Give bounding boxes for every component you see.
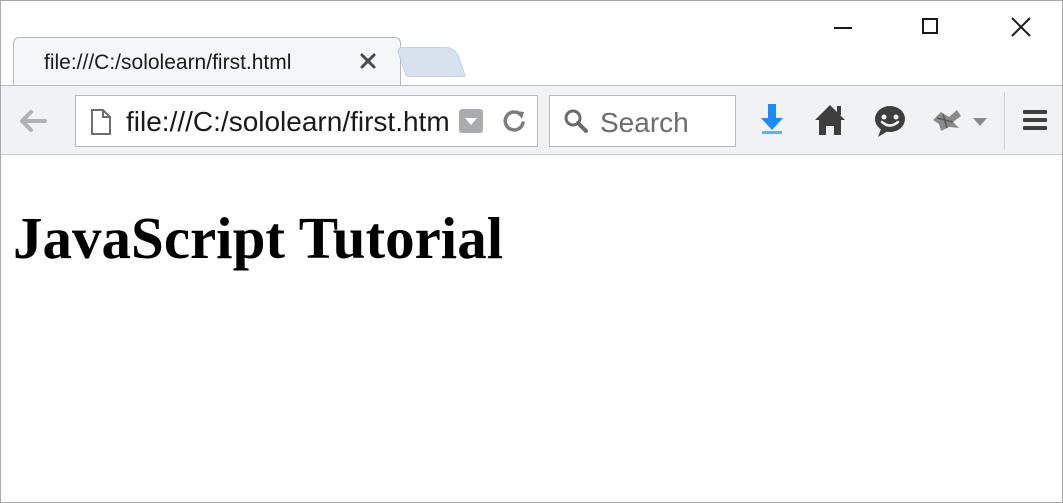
page-heading: JavaScript Tutorial: [13, 205, 504, 271]
hamburger-menu-icon[interactable]: [1015, 100, 1057, 142]
chat-icon[interactable]: [869, 100, 911, 142]
tab-title: file:///C:/sololearn/first.html: [44, 51, 292, 74]
download-icon[interactable]: [751, 100, 793, 142]
search-placeholder[interactable]: Search: [600, 107, 689, 139]
maximize-icon[interactable]: [909, 9, 953, 45]
url-dropdown-icon[interactable]: [459, 109, 483, 133]
extension-icon[interactable]: [927, 100, 997, 142]
browser-window: file:///C:/sololearn/first.html file:///…: [0, 0, 1063, 503]
search-icon: [562, 107, 590, 140]
navigation-toolbar: file:///C:/sololearn/first.html Search: [1, 85, 1062, 155]
url-bar[interactable]: file:///C:/sololearn/first.html: [75, 95, 538, 147]
minimize-icon[interactable]: [821, 9, 865, 45]
tab-close-icon[interactable]: [358, 51, 378, 71]
reload-icon[interactable]: [500, 107, 528, 140]
new-tab-button[interactable]: [396, 47, 466, 77]
page-icon: [90, 108, 112, 141]
tab-active[interactable]: file:///C:/sololearn/first.html: [13, 37, 401, 85]
title-bar: file:///C:/sololearn/first.html: [1, 1, 1062, 85]
toolbar-separator: [1004, 92, 1005, 150]
back-arrow-icon[interactable]: [13, 104, 53, 138]
search-bar[interactable]: Search: [549, 95, 736, 147]
url-text[interactable]: file:///C:/sololearn/first.html: [126, 106, 448, 138]
home-icon[interactable]: [809, 100, 851, 142]
page-content: JavaScript Tutorial: [1, 155, 1062, 502]
close-icon[interactable]: [999, 9, 1043, 45]
